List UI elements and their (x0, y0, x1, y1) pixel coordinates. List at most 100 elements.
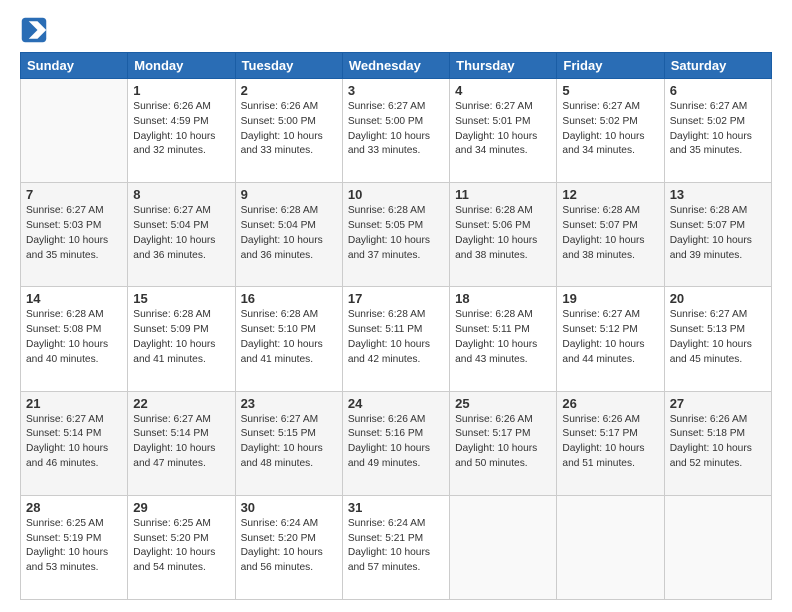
calendar-week-row: 1 Sunrise: 6:26 AM Sunset: 4:59 PM Daylig… (21, 79, 772, 183)
day-number: 5 (562, 83, 658, 98)
day-info: Sunrise: 6:26 AM Sunset: 4:59 PM Dayligh… (133, 100, 229, 159)
day-number: 27 (670, 396, 766, 411)
calendar-cell: 24Sunrise: 6:26 AM Sunset: 5:16 PM Dayli… (342, 391, 449, 495)
day-number: 18 (455, 291, 551, 306)
calendar-cell: 20 Sunrise: 6:27 AM Sunset: 5:13 PM Dayli… (664, 287, 771, 391)
calendar-cell: 8 Sunrise: 6:27 AM Sunset: 5:04 PM Daylig… (128, 183, 235, 287)
day-number: 30 (241, 500, 337, 515)
day-info: Sunrise: 6:26 AM Sunset: 5:00 PM Dayligh… (241, 100, 337, 159)
col-header-sunday: Sunday (21, 53, 128, 79)
calendar-table: SundayMondayTuesdayWednesdayThursdayFrid… (20, 52, 772, 600)
calendar-cell: 27 Sunrise: 6:26 AM Sunset: 5:18 PM Dayli… (664, 391, 771, 495)
calendar-cell (557, 495, 664, 599)
day-number: 8 (133, 187, 229, 202)
day-number: 19 (562, 291, 658, 306)
day-number: 14 (26, 291, 122, 306)
calendar-cell (21, 79, 128, 183)
day-info: Sunrise: 6:28 AM Sunset: 5:09 PM Dayligh… (133, 308, 229, 367)
day-info: Sunrise: 6:27 AM Sunset: 5:00 PM Dayligh… (348, 100, 444, 159)
day-info: Sunrise: 6:28 AM Sunset: 5:05 PM Dayligh… (348, 204, 444, 263)
day-number: 3 (348, 83, 444, 98)
day-number: 7 (26, 187, 122, 202)
calendar-cell: 10 Sunrise: 6:28 AM Sunset: 5:05 PM Dayli… (342, 183, 449, 287)
day-number: 22 (133, 396, 229, 411)
col-header-tuesday: Tuesday (235, 53, 342, 79)
calendar-cell: 6 Sunrise: 6:27 AM Sunset: 5:02 PM Daylig… (664, 79, 771, 183)
day-number: 20 (670, 291, 766, 306)
calendar-cell: 29 Sunrise: 6:25 AM Sunset: 5:20 PM Dayli… (128, 495, 235, 599)
day-number: 23 (241, 396, 337, 411)
calendar-cell: 17 Sunrise: 6:28 AM Sunset: 5:11 PM Dayli… (342, 287, 449, 391)
day-number: 31 (348, 500, 444, 515)
calendar-header-row: SundayMondayTuesdayWednesdayThursdayFrid… (21, 53, 772, 79)
day-number: 21 (26, 396, 122, 411)
calendar-cell: 1 Sunrise: 6:26 AM Sunset: 4:59 PM Daylig… (128, 79, 235, 183)
calendar-cell: 19 Sunrise: 6:27 AM Sunset: 5:12 PM Dayli… (557, 287, 664, 391)
calendar-cell: 31 Sunrise: 6:24 AM Sunset: 5:21 PM Dayli… (342, 495, 449, 599)
calendar-cell: 5 Sunrise: 6:27 AM Sunset: 5:02 PM Daylig… (557, 79, 664, 183)
day-info: Sunrise: 6:28 AM Sunset: 5:07 PM Dayligh… (670, 204, 766, 263)
day-number: 17 (348, 291, 444, 306)
calendar-cell: 14 Sunrise: 6:28 AM Sunset: 5:08 PM Dayli… (21, 287, 128, 391)
day-info: Sunrise: 6:28 AM Sunset: 5:11 PM Dayligh… (348, 308, 444, 367)
day-number: 28 (26, 500, 122, 515)
day-number: 25 (455, 396, 551, 411)
day-info: Sunrise: 6:26 AM Sunset: 5:17 PM Dayligh… (562, 413, 658, 472)
day-info: Sunrise: 6:27 AM Sunset: 5:01 PM Dayligh… (455, 100, 551, 159)
day-number: 11 (455, 187, 551, 202)
calendar-cell: 2 Sunrise: 6:26 AM Sunset: 5:00 PM Daylig… (235, 79, 342, 183)
day-number: 6 (670, 83, 766, 98)
day-info: Sunrise: 6:26 AM Sunset: 5:18 PM Dayligh… (670, 413, 766, 472)
calendar-cell: 25Sunrise: 6:26 AM Sunset: 5:17 PM Dayli… (450, 391, 557, 495)
col-header-friday: Friday (557, 53, 664, 79)
header (20, 16, 772, 44)
day-number: 16 (241, 291, 337, 306)
day-number: 29 (133, 500, 229, 515)
calendar-cell: 12Sunrise: 6:28 AM Sunset: 5:07 PM Dayli… (557, 183, 664, 287)
day-info: Sunrise: 6:24 AM Sunset: 5:20 PM Dayligh… (241, 517, 337, 576)
calendar-week-row: 7 Sunrise: 6:27 AM Sunset: 5:03 PM Daylig… (21, 183, 772, 287)
day-number: 2 (241, 83, 337, 98)
calendar-cell: 26Sunrise: 6:26 AM Sunset: 5:17 PM Dayli… (557, 391, 664, 495)
calendar-cell: 3 Sunrise: 6:27 AM Sunset: 5:00 PM Daylig… (342, 79, 449, 183)
day-number: 10 (348, 187, 444, 202)
calendar-cell (664, 495, 771, 599)
day-info: Sunrise: 6:27 AM Sunset: 5:15 PM Dayligh… (241, 413, 337, 472)
day-info: Sunrise: 6:27 AM Sunset: 5:12 PM Dayligh… (562, 308, 658, 367)
day-info: Sunrise: 6:27 AM Sunset: 5:13 PM Dayligh… (670, 308, 766, 367)
day-info: Sunrise: 6:27 AM Sunset: 5:04 PM Dayligh… (133, 204, 229, 263)
calendar-cell (450, 495, 557, 599)
day-number: 9 (241, 187, 337, 202)
day-number: 13 (670, 187, 766, 202)
day-info: Sunrise: 6:27 AM Sunset: 5:02 PM Dayligh… (562, 100, 658, 159)
day-info: Sunrise: 6:27 AM Sunset: 5:14 PM Dayligh… (26, 413, 122, 472)
calendar-cell: 22Sunrise: 6:27 AM Sunset: 5:14 PM Dayli… (128, 391, 235, 495)
logo (20, 16, 52, 44)
calendar-cell: 9 Sunrise: 6:28 AM Sunset: 5:04 PM Daylig… (235, 183, 342, 287)
day-info: Sunrise: 6:24 AM Sunset: 5:21 PM Dayligh… (348, 517, 444, 576)
day-info: Sunrise: 6:25 AM Sunset: 5:19 PM Dayligh… (26, 517, 122, 576)
col-header-thursday: Thursday (450, 53, 557, 79)
calendar-cell: 13 Sunrise: 6:28 AM Sunset: 5:07 PM Dayli… (664, 183, 771, 287)
day-info: Sunrise: 6:28 AM Sunset: 5:10 PM Dayligh… (241, 308, 337, 367)
day-info: Sunrise: 6:28 AM Sunset: 5:06 PM Dayligh… (455, 204, 551, 263)
col-header-saturday: Saturday (664, 53, 771, 79)
day-number: 15 (133, 291, 229, 306)
calendar-cell: 28 Sunrise: 6:25 AM Sunset: 5:19 PM Dayli… (21, 495, 128, 599)
calendar-cell: 4Sunrise: 6:27 AM Sunset: 5:01 PM Daylig… (450, 79, 557, 183)
day-info: Sunrise: 6:28 AM Sunset: 5:08 PM Dayligh… (26, 308, 122, 367)
calendar-cell: 15 Sunrise: 6:28 AM Sunset: 5:09 PM Dayli… (128, 287, 235, 391)
day-info: Sunrise: 6:25 AM Sunset: 5:20 PM Dayligh… (133, 517, 229, 576)
day-info: Sunrise: 6:26 AM Sunset: 5:16 PM Dayligh… (348, 413, 444, 472)
day-number: 1 (133, 83, 229, 98)
calendar-cell: 7 Sunrise: 6:27 AM Sunset: 5:03 PM Daylig… (21, 183, 128, 287)
calendar-cell: 16 Sunrise: 6:28 AM Sunset: 5:10 PM Dayli… (235, 287, 342, 391)
day-info: Sunrise: 6:27 AM Sunset: 5:02 PM Dayligh… (670, 100, 766, 159)
day-info: Sunrise: 6:28 AM Sunset: 5:04 PM Dayligh… (241, 204, 337, 263)
col-header-monday: Monday (128, 53, 235, 79)
day-info: Sunrise: 6:28 AM Sunset: 5:11 PM Dayligh… (455, 308, 551, 367)
calendar-week-row: 14 Sunrise: 6:28 AM Sunset: 5:08 PM Dayli… (21, 287, 772, 391)
generalblue-logo-icon (20, 16, 48, 44)
day-info: Sunrise: 6:27 AM Sunset: 5:03 PM Dayligh… (26, 204, 122, 263)
day-number: 12 (562, 187, 658, 202)
